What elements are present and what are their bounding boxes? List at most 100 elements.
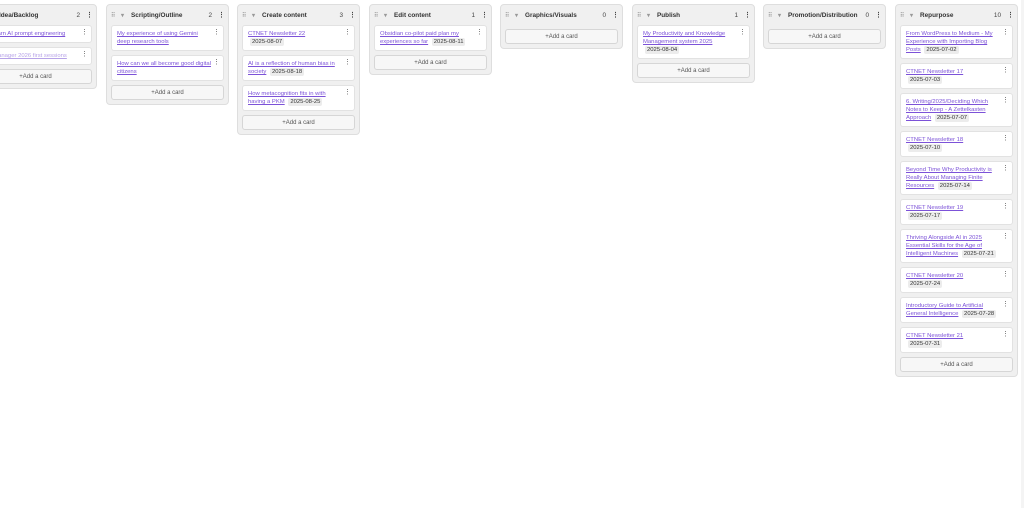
card[interactable]: My Productivity and Knowledge Management… (637, 25, 750, 59)
drag-handle-icon[interactable]: ⠿ (637, 12, 643, 19)
kanban-board: ⠿▾Idea/Backlog2⋮To learn AI prompt engin… (0, 0, 1024, 508)
drag-handle-icon[interactable]: ⠿ (900, 12, 906, 19)
card[interactable]: All Manager 2026 first sessions ⋮ (0, 47, 92, 65)
lane-header: ⠿ ▾ Graphics/Visuals 0 ⋮ (505, 5, 619, 25)
add-card-button[interactable]: +Add a card (374, 55, 487, 70)
card-date: 2025-07-31 (908, 340, 943, 348)
drag-handle-icon[interactable]: ⠿ (768, 12, 774, 19)
chevron-down-icon[interactable]: ▾ (778, 12, 784, 19)
card-title-link[interactable]: My experience of using Gemini deep resea… (117, 31, 198, 45)
card[interactable]: CTNET Newsletter 19 2025-07-17 ⋮ (900, 199, 1013, 225)
add-card-button[interactable]: +Add a card (768, 29, 881, 44)
card-menu-icon[interactable]: ⋮ (81, 51, 88, 59)
card[interactable]: Beyond Time Why Productivity is Really A… (900, 161, 1013, 195)
card[interactable]: CTNET Newsletter 20 2025-07-24 ⋮ (900, 267, 1013, 293)
card-title-link[interactable]: My Productivity and Knowledge Management… (643, 31, 725, 45)
lane: ⠿ ▾ Promotion/Distribution 0 ⋮ +Add a card (763, 4, 886, 49)
card-menu-icon[interactable]: ⋮ (1002, 301, 1009, 309)
card-title-link[interactable]: CTNET Newsletter 21 (906, 333, 963, 339)
drag-handle-icon[interactable]: ⠿ (505, 12, 511, 19)
card-title-link[interactable]: How can we all become good digital citiz… (117, 61, 211, 75)
card-menu-icon[interactable]: ⋮ (1002, 97, 1009, 105)
chevron-down-icon[interactable]: ▾ (384, 12, 390, 19)
lane-title[interactable]: Edit content (394, 12, 471, 19)
card[interactable]: To learn AI prompt engineering ⋮ (0, 25, 92, 43)
card[interactable]: Thriving Alongside AI in 2025 Essential … (900, 229, 1013, 263)
drag-handle-icon[interactable]: ⠿ (111, 12, 117, 19)
lane: ⠿▾Idea/Backlog2⋮To learn AI prompt engin… (0, 4, 97, 89)
card-menu-icon[interactable]: ⋮ (213, 29, 220, 37)
card-menu-icon[interactable]: ⋮ (1002, 271, 1009, 279)
card[interactable]: 6. Writing/2025/Deciding Which Notes to … (900, 93, 1013, 127)
card-menu-icon[interactable]: ⋮ (344, 59, 351, 67)
card[interactable]: Obsidian co-pilot paid plan my experienc… (374, 25, 487, 51)
lane-title[interactable]: Promotion/Distribution (788, 12, 865, 19)
card[interactable]: Introductory Guide to Artificial General… (900, 297, 1013, 323)
lane-cards: Obsidian co-pilot paid plan my experienc… (374, 25, 487, 51)
card-menu-icon[interactable]: ⋮ (1002, 29, 1009, 37)
card-title-link[interactable]: CTNET Newsletter 22 (248, 31, 305, 37)
lane: ⠿ ▾ Create content 3 ⋮ CTNET Newsletter 22 20… (237, 4, 360, 135)
lane-title[interactable]: Create content (262, 12, 339, 19)
add-card-button[interactable]: +Add a card (637, 63, 750, 78)
lane-menu-icon[interactable]: ⋮ (612, 11, 619, 19)
chevron-down-icon[interactable]: ▾ (910, 12, 916, 19)
lane-menu-icon[interactable]: ⋮ (1007, 11, 1014, 19)
add-card-button[interactable]: +Add a card (111, 85, 224, 100)
card-menu-icon[interactable]: ⋮ (1002, 331, 1009, 339)
drag-handle-icon[interactable]: ⠿ (374, 12, 380, 19)
card[interactable]: CTNET Newsletter 17 2025-07-03 ⋮ (900, 63, 1013, 89)
lane-menu-icon[interactable]: ⋮ (875, 11, 882, 19)
lane: ⠿ ▾ Repurpose 10 ⋮ From WordPress to Medium -… (895, 4, 1018, 377)
card-menu-icon[interactable]: ⋮ (476, 29, 483, 37)
card-menu-icon[interactable]: ⋮ (344, 89, 351, 97)
card[interactable]: AI is a reflection of human bias in soci… (242, 55, 355, 81)
lane-menu-icon[interactable]: ⋮ (349, 11, 356, 19)
card[interactable]: How metacognition fits in with having a … (242, 85, 355, 111)
lane-header: ⠿ ▾ Publish 1 ⋮ (637, 5, 751, 25)
lane-menu-icon[interactable]: ⋮ (481, 11, 488, 19)
card[interactable]: How can we all become good digital citiz… (111, 55, 224, 81)
card-menu-icon[interactable]: ⋮ (213, 59, 220, 67)
card[interactable]: CTNET Newsletter 21 2025-07-31 ⋮ (900, 327, 1013, 353)
lane-card-count: 3 (339, 11, 343, 19)
lane-title[interactable]: Idea/Backlog (0, 12, 76, 19)
card-menu-icon[interactable]: ⋮ (81, 29, 88, 37)
lane-title[interactable]: Graphics/Visuals (525, 12, 602, 19)
card[interactable]: CTNET Newsletter 22 2025-08-07 ⋮ (242, 25, 355, 51)
card-menu-icon[interactable]: ⋮ (1002, 67, 1009, 75)
card-menu-icon[interactable]: ⋮ (739, 29, 746, 37)
card-menu-icon[interactable]: ⋮ (1002, 165, 1009, 173)
card-menu-icon[interactable]: ⋮ (1002, 233, 1009, 241)
card-menu-icon[interactable]: ⋮ (1002, 135, 1009, 143)
lane-title[interactable]: Publish (657, 12, 734, 19)
lane-menu-icon[interactable]: ⋮ (744, 11, 751, 19)
lane: ⠿ ▾ Graphics/Visuals 0 ⋮ +Add a card (500, 4, 623, 49)
card[interactable]: My experience of using Gemini deep resea… (111, 25, 224, 51)
add-card-button[interactable]: +Add a card (900, 357, 1013, 372)
lane-title[interactable]: Repurpose (920, 12, 994, 19)
lane-title[interactable]: Scripting/Outline (131, 12, 208, 19)
card-title-link[interactable]: To learn AI prompt engineering (0, 31, 65, 37)
chevron-down-icon[interactable]: ▾ (252, 12, 258, 19)
card[interactable]: From WordPress to Medium - My Experience… (900, 25, 1013, 59)
chevron-down-icon[interactable]: ▾ (515, 12, 521, 19)
lane: ⠿ ▾ Edit content 1 ⋮ Obsidian co-pilot paid p… (369, 4, 492, 75)
drag-handle-icon[interactable]: ⠿ (242, 12, 248, 19)
add-card-button[interactable]: +Add a card (505, 29, 618, 44)
card-menu-icon[interactable]: ⋮ (1002, 203, 1009, 211)
lane-menu-icon[interactable]: ⋮ (218, 11, 225, 19)
card-title-link[interactable]: CTNET Newsletter 19 (906, 205, 963, 211)
chevron-down-icon[interactable]: ▾ (647, 12, 653, 19)
card-date: 2025-08-11 (431, 38, 466, 46)
card-title-link[interactable]: All Manager 2026 first sessions (0, 53, 67, 59)
card[interactable]: CTNET Newsletter 18 2025-07-10 ⋮ (900, 131, 1013, 157)
add-card-button[interactable]: +Add a card (242, 115, 355, 130)
card-title-link[interactable]: CTNET Newsletter 18 (906, 137, 963, 143)
lane-menu-icon[interactable]: ⋮ (86, 11, 93, 19)
chevron-down-icon[interactable]: ▾ (121, 12, 127, 19)
add-card-button[interactable]: +Add a card (0, 69, 92, 84)
card-menu-icon[interactable]: ⋮ (344, 29, 351, 37)
card-title-link[interactable]: CTNET Newsletter 20 (906, 273, 963, 279)
card-title-link[interactable]: CTNET Newsletter 17 (906, 69, 963, 75)
